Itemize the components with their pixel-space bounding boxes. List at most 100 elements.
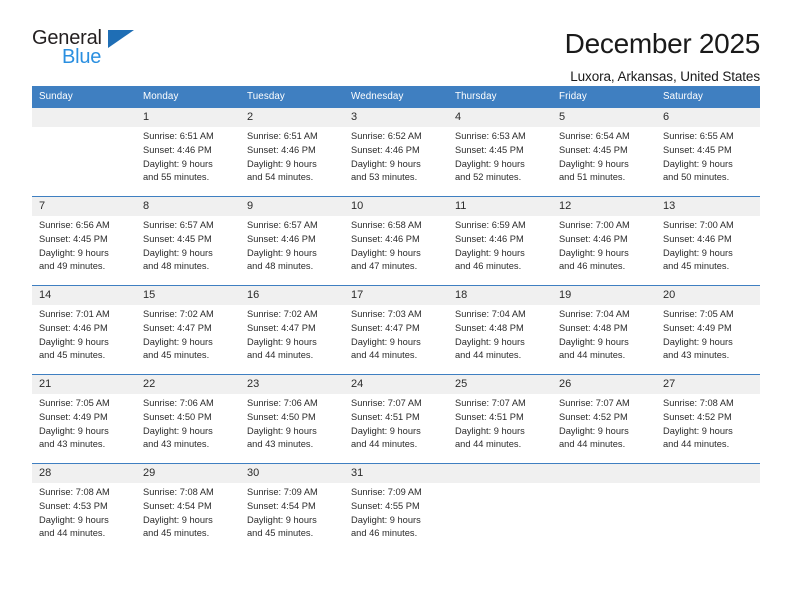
daylight-text-line1: Daylight: 9 hours [351,158,421,169]
sunset-text: Sunset: 4:46 PM [663,233,732,244]
calendar-day-cell[interactable]: 10 Sunrise: 6:58 AM Sunset: 4:46 PM Dayligh… [344,196,448,286]
calendar-day-cell[interactable]: 8 Sunrise: 6:57 AM Sunset: 4:45 PM Daylight… [136,196,240,286]
day-number: 10 [344,197,448,216]
daylight-text-line1: Daylight: 9 hours [247,514,317,525]
sunset-text: Sunset: 4:45 PM [455,144,524,155]
day-number: 31 [344,464,448,483]
daylight-text-line2: and 44 minutes. [455,350,522,361]
sunset-text: Sunset: 4:46 PM [351,233,420,244]
day-number: 30 [240,464,344,483]
day-info: Sunrise: 6:51 AM Sunset: 4:46 PM Daylight:… [136,127,240,185]
daylight-text-line2: and 48 minutes. [247,261,314,272]
daylight-text-line2: and 45 minutes. [247,528,314,539]
day-number: 29 [136,464,240,483]
sunrise-text: Sunrise: 7:06 AM [143,398,214,408]
daylight-text-line2: and 54 minutes. [247,172,314,183]
day-number [656,464,760,483]
day-info: Sunrise: 7:08 AM Sunset: 4:53 PM Daylight:… [32,483,136,541]
sunset-text: Sunset: 4:46 PM [559,233,628,244]
sunset-text: Sunset: 4:46 PM [39,322,108,333]
weekday-header-tuesday: Tuesday [240,86,344,108]
sunset-text: Sunset: 4:46 PM [247,144,316,155]
calendar-day-cell[interactable]: 31 Sunrise: 7:09 AM Sunset: 4:55 PM Dayligh… [344,463,448,553]
calendar-day-cell[interactable]: 14 Sunrise: 7:01 AM Sunset: 4:46 PM Dayligh… [32,285,136,375]
daylight-text-line2: and 44 minutes. [455,439,522,450]
calendar-day-cell[interactable]: 20 Sunrise: 7:05 AM Sunset: 4:49 PM Dayligh… [656,285,760,375]
calendar-day-cell[interactable]: 19 Sunrise: 7:04 AM Sunset: 4:48 PM Dayligh… [552,285,656,375]
sunrise-text: Sunrise: 7:08 AM [663,398,734,408]
calendar-day-cell[interactable]: 23 Sunrise: 7:06 AM Sunset: 4:50 PM Dayligh… [240,374,344,464]
calendar-day-cell[interactable]: 7 Sunrise: 6:56 AM Sunset: 4:45 PM Daylight… [32,196,136,286]
calendar-day-cell[interactable]: 11 Sunrise: 6:59 AM Sunset: 4:46 PM Dayligh… [448,196,552,286]
day-info: Sunrise: 7:07 AM Sunset: 4:52 PM Daylight:… [552,394,656,452]
sunset-text: Sunset: 4:45 PM [559,144,628,155]
day-info: Sunrise: 7:07 AM Sunset: 4:51 PM Daylight:… [344,394,448,452]
weekday-header-friday: Friday [552,86,656,108]
day-info: Sunrise: 6:53 AM Sunset: 4:45 PM Daylight:… [448,127,552,185]
calendar-day-cell[interactable]: 29 Sunrise: 7:08 AM Sunset: 4:54 PM Dayligh… [136,463,240,553]
day-info: Sunrise: 7:08 AM Sunset: 4:54 PM Daylight:… [136,483,240,541]
day-info: Sunrise: 6:55 AM Sunset: 4:45 PM Daylight:… [656,127,760,185]
sunset-text: Sunset: 4:55 PM [351,500,420,511]
calendar-day-cell[interactable]: 16 Sunrise: 7:02 AM Sunset: 4:47 PM Dayligh… [240,285,344,375]
daylight-text-line2: and 44 minutes. [559,350,626,361]
day-info: Sunrise: 6:58 AM Sunset: 4:46 PM Daylight:… [344,216,448,274]
sunset-text: Sunset: 4:49 PM [663,322,732,333]
calendar-day-cell[interactable]: 21 Sunrise: 7:05 AM Sunset: 4:49 PM Dayligh… [32,374,136,464]
calendar-day-cell-empty [32,107,136,197]
daylight-text-line2: and 46 minutes. [351,528,418,539]
day-info: Sunrise: 6:59 AM Sunset: 4:46 PM Daylight:… [448,216,552,274]
sunset-text: Sunset: 4:48 PM [455,322,524,333]
calendar-day-cell[interactable]: 6 Sunrise: 6:55 AM Sunset: 4:45 PM Daylight… [656,107,760,197]
calendar-day-cell[interactable]: 3 Sunrise: 6:52 AM Sunset: 4:46 PM Daylight… [344,107,448,197]
daylight-text-line1: Daylight: 9 hours [351,336,421,347]
calendar-day-cell[interactable]: 15 Sunrise: 7:02 AM Sunset: 4:47 PM Dayligh… [136,285,240,375]
daylight-text-line2: and 45 minutes. [143,528,210,539]
calendar-day-cell[interactable]: 2 Sunrise: 6:51 AM Sunset: 4:46 PM Daylight… [240,107,344,197]
calendar-day-cell[interactable]: 24 Sunrise: 7:07 AM Sunset: 4:51 PM Dayligh… [344,374,448,464]
title-block: December 2025 Luxora, Arkansas, United S… [565,28,761,85]
sunrise-text: Sunrise: 7:07 AM [455,398,526,408]
daylight-text-line2: and 44 minutes. [247,350,314,361]
sunrise-text: Sunrise: 7:09 AM [247,487,318,497]
page-subtitle: Luxora, Arkansas, United States [570,69,760,85]
sunset-text: Sunset: 4:46 PM [143,144,212,155]
daylight-text-line2: and 45 minutes. [143,350,210,361]
calendar-day-cell[interactable]: 17 Sunrise: 7:03 AM Sunset: 4:47 PM Dayligh… [344,285,448,375]
daylight-text-line1: Daylight: 9 hours [455,158,525,169]
calendar-day-cell[interactable]: 13 Sunrise: 7:00 AM Sunset: 4:46 PM Dayligh… [656,196,760,286]
day-info: Sunrise: 7:02 AM Sunset: 4:47 PM Daylight:… [136,305,240,363]
day-number: 5 [552,108,656,127]
day-info: Sunrise: 7:05 AM Sunset: 4:49 PM Daylight:… [656,305,760,363]
calendar-day-cell[interactable]: 27 Sunrise: 7:08 AM Sunset: 4:52 PM Dayligh… [656,374,760,464]
daylight-text-line2: and 48 minutes. [143,261,210,272]
daylight-text-line2: and 44 minutes. [663,439,730,450]
sunrise-text: Sunrise: 6:58 AM [351,220,422,230]
calendar-day-cell[interactable]: 18 Sunrise: 7:04 AM Sunset: 4:48 PM Dayligh… [448,285,552,375]
weekday-header-wednesday: Wednesday [344,86,448,108]
calendar-day-cell[interactable]: 4 Sunrise: 6:53 AM Sunset: 4:45 PM Daylight… [448,107,552,197]
calendar-day-cell[interactable]: 28 Sunrise: 7:08 AM Sunset: 4:53 PM Dayligh… [32,463,136,553]
calendar-day-cell[interactable]: 1 Sunrise: 6:51 AM Sunset: 4:46 PM Daylight… [136,107,240,197]
day-number: 6 [656,108,760,127]
daylight-text-line1: Daylight: 9 hours [455,247,525,258]
day-number: 7 [32,197,136,216]
sunset-text: Sunset: 4:49 PM [39,411,108,422]
calendar-day-cell[interactable]: 9 Sunrise: 6:57 AM Sunset: 4:46 PM Daylight… [240,196,344,286]
daylight-text-line1: Daylight: 9 hours [455,425,525,436]
day-number: 14 [32,286,136,305]
sunrise-text: Sunrise: 7:03 AM [351,309,422,319]
daylight-text-line1: Daylight: 9 hours [455,336,525,347]
weekday-header-thursday: Thursday [448,86,552,108]
calendar-day-cell[interactable]: 22 Sunrise: 7:06 AM Sunset: 4:50 PM Dayligh… [136,374,240,464]
calendar-day-cell[interactable]: 12 Sunrise: 7:00 AM Sunset: 4:46 PM Dayligh… [552,196,656,286]
calendar-day-cell[interactable]: 30 Sunrise: 7:09 AM Sunset: 4:54 PM Dayligh… [240,463,344,553]
calendar-week-row: 1 Sunrise: 6:51 AM Sunset: 4:46 PM Daylight… [32,107,760,197]
calendar-day-cell[interactable]: 5 Sunrise: 6:54 AM Sunset: 4:45 PM Daylight… [552,107,656,197]
day-number: 22 [136,375,240,394]
calendar-day-cell[interactable]: 26 Sunrise: 7:07 AM Sunset: 4:52 PM Dayligh… [552,374,656,464]
day-info: Sunrise: 7:04 AM Sunset: 4:48 PM Daylight:… [448,305,552,363]
daylight-text-line1: Daylight: 9 hours [351,425,421,436]
calendar-day-cell[interactable]: 25 Sunrise: 7:07 AM Sunset: 4:51 PM Dayligh… [448,374,552,464]
daylight-text-line1: Daylight: 9 hours [663,247,733,258]
